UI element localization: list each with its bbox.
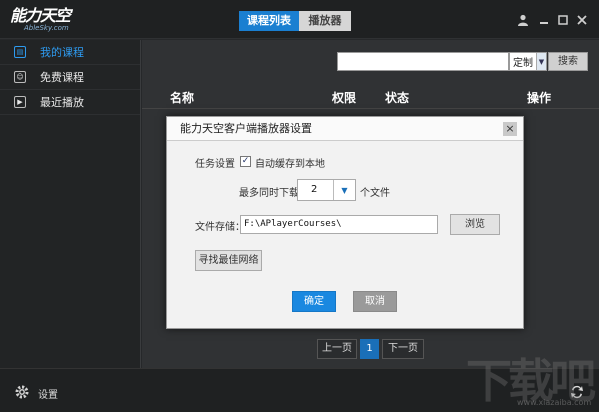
dropdown-value: 定制 (513, 58, 533, 69)
sidebar-item-recent-play[interactable]: ▶ 最近播放 (0, 90, 140, 115)
auto-cache-label: 自动缓存到本地 (255, 159, 325, 170)
sidebar-item-my-courses[interactable]: ▤ 我的课程 (0, 40, 140, 65)
chevron-down-icon[interactable]: ▼ (536, 53, 546, 70)
browse-button[interactable]: 浏览 (450, 214, 500, 235)
maximize-icon[interactable] (556, 13, 570, 27)
user-icon[interactable] (516, 13, 530, 27)
logo-text: 能力天空 (10, 6, 71, 25)
recent-play-icon: ▶ (14, 96, 26, 108)
sidebar-item-label: 免费课程 (40, 71, 84, 84)
sidebar: ▤ 我的课程 ☺ 免费课程 ▶ 最近播放 (0, 40, 141, 368)
minimize-icon[interactable] (537, 13, 551, 27)
settings-dialog: 能力天空客户端播放器设置 × 任务设置 ✓ 自动缓存到本地 最多同时下载 2 ▼… (166, 116, 524, 329)
watermark-url: www.xiazaiba.com (517, 398, 592, 407)
max-download-select[interactable]: 2 ▼ (297, 179, 356, 201)
table-header: 名称 权限 状态 操作 (142, 85, 599, 109)
find-best-network-button[interactable]: 寻找最佳网络 (195, 250, 262, 271)
ok-button[interactable]: 确定 (292, 291, 336, 312)
files-unit-label: 个文件 (360, 188, 390, 199)
tab-course-list[interactable]: 课程列表 (239, 11, 299, 31)
sidebar-item-label: 最近播放 (40, 96, 84, 109)
search-button[interactable]: 搜索 (548, 52, 588, 71)
storage-label: 文件存储： (195, 222, 245, 233)
column-header-permission: 权限 (332, 91, 357, 105)
search-filter-dropdown[interactable]: 定制 ▼ (509, 52, 547, 71)
app-window: 能力天空 AbleSky.com 课程列表 播放器 ▤ 我的课程 ☺ 免费课程 (0, 0, 599, 412)
my-courses-icon: ▤ (14, 46, 26, 58)
tab-player[interactable]: 播放器 (299, 11, 351, 31)
dialog-close-icon[interactable]: × (503, 122, 517, 136)
free-courses-icon: ☺ (14, 71, 26, 83)
max-download-label: 最多同时下载 (239, 188, 299, 199)
task-settings-label: 任务设置 (195, 159, 235, 170)
cancel-button[interactable]: 取消 (353, 291, 397, 312)
chevron-down-icon[interactable]: ▼ (333, 180, 355, 200)
sidebar-item-free-courses[interactable]: ☺ 免费课程 (0, 65, 140, 90)
column-header-name: 名称 (170, 91, 195, 105)
storage-path-input[interactable]: F:\APlayerCourses\ (240, 215, 438, 234)
search-input[interactable] (337, 52, 509, 71)
page-number-current[interactable]: 1 (360, 339, 379, 359)
settings-label[interactable]: 设置 (38, 386, 58, 401)
auto-cache-checkbox[interactable]: ✓ (240, 156, 251, 167)
dialog-title: 能力天空客户端播放器设置 (167, 117, 523, 141)
max-download-value: 2 (311, 184, 318, 195)
sidebar-item-label: 我的课程 (40, 46, 84, 59)
prev-page-button[interactable]: 上一页 (317, 339, 357, 359)
logo-subtext: AbleSky.com (24, 24, 69, 32)
column-header-actions: 操作 (527, 91, 552, 105)
next-page-button[interactable]: 下一页 (382, 339, 424, 359)
top-nav: 课程列表 播放器 (239, 11, 351, 31)
app-logo: 能力天空 AbleSky.com (10, 8, 80, 34)
title-bar: 能力天空 AbleSky.com 课程列表 播放器 (0, 0, 599, 39)
column-header-status: 状态 (385, 91, 410, 105)
pagination: 上一页 1 下一页 (317, 339, 424, 359)
close-icon[interactable] (575, 13, 589, 27)
gear-icon[interactable] (14, 384, 30, 400)
